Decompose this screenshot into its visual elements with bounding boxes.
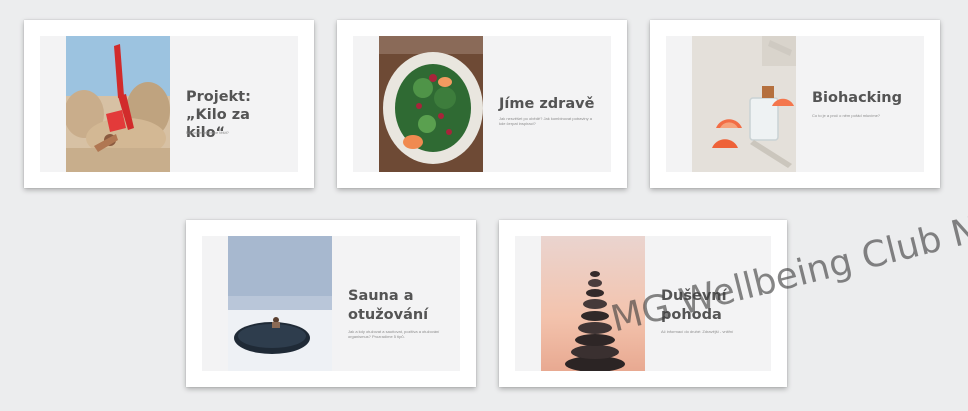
card-title-line2: otužování: [348, 307, 429, 323]
card-content: Jíme zdravě Jak nesvěšet po obědě? Jak k…: [353, 36, 611, 172]
grapefruit-water-photo: [692, 36, 796, 172]
card-jime-zdrave[interactable]: Jíme zdravě Jak nesvěšet po obědě? Jak k…: [337, 20, 627, 188]
card-subtitle-line2: kde čerpat inspiraci?: [499, 121, 536, 126]
card-text: Projekt: „Kilo za kilo“ Na co se můžeme …: [186, 36, 290, 172]
card-text: Biohacking Co to je a proč o něm pořád m…: [812, 36, 916, 172]
card-title-line2: pohoda: [661, 307, 722, 323]
card-sauna-otuzovani[interactable]: Sauna a otužování Jak a kdy otužovat a s…: [186, 220, 476, 387]
card-title: Duševní: [661, 288, 727, 304]
ice-bath-photo: [228, 236, 332, 371]
card-content: Sauna a otužování Jak a kdy otužovat a s…: [202, 236, 460, 371]
card-dusevni-pohoda[interactable]: Duševní pohoda Ač informací do druhé: Zd…: [499, 220, 787, 387]
stone-stack-photo: [541, 236, 645, 371]
card-content: Biohacking Co to je a proč o něm pořád m…: [666, 36, 924, 172]
card-title: Biohacking: [812, 90, 903, 106]
card-content: Duševní pohoda Ač informací do druhé: Zd…: [515, 236, 771, 371]
salad-photo: [379, 36, 483, 172]
card-content: Projekt: „Kilo za kilo“ Na co se můžeme …: [40, 36, 298, 172]
card-text: Sauna a otužování Jak a kdy otužovat a s…: [348, 236, 452, 371]
card-text: Duševní pohoda Ač informací do druhé: Zd…: [661, 236, 763, 371]
card-subtitle: Co to je a proč o něm pořád mluvíme?: [812, 113, 881, 118]
card-title: Jíme zdravě: [499, 96, 595, 112]
card-kilo-za-kilo[interactable]: Projekt: „Kilo za kilo“ Na co se můžeme …: [24, 20, 314, 188]
card-title: Sauna a: [348, 288, 414, 304]
card-text: Jíme zdravě Jak nesvěšet po obědě? Jak k…: [499, 36, 603, 172]
yoga-photo: [66, 36, 170, 172]
card-subtitle: Ač informací do druhé: Zdravější - vnitř…: [661, 329, 734, 334]
card-subtitle: Na co se můžeme těšit?: [186, 130, 229, 135]
card-title-line2: „Kilo za kilo“: [186, 107, 250, 141]
card-biohacking[interactable]: Biohacking Co to je a proč o něm pořád m…: [650, 20, 940, 188]
card-title: Projekt:: [186, 89, 251, 105]
card-subtitle-line2: organismus? Prozradíme 5 tipů.: [348, 334, 405, 339]
